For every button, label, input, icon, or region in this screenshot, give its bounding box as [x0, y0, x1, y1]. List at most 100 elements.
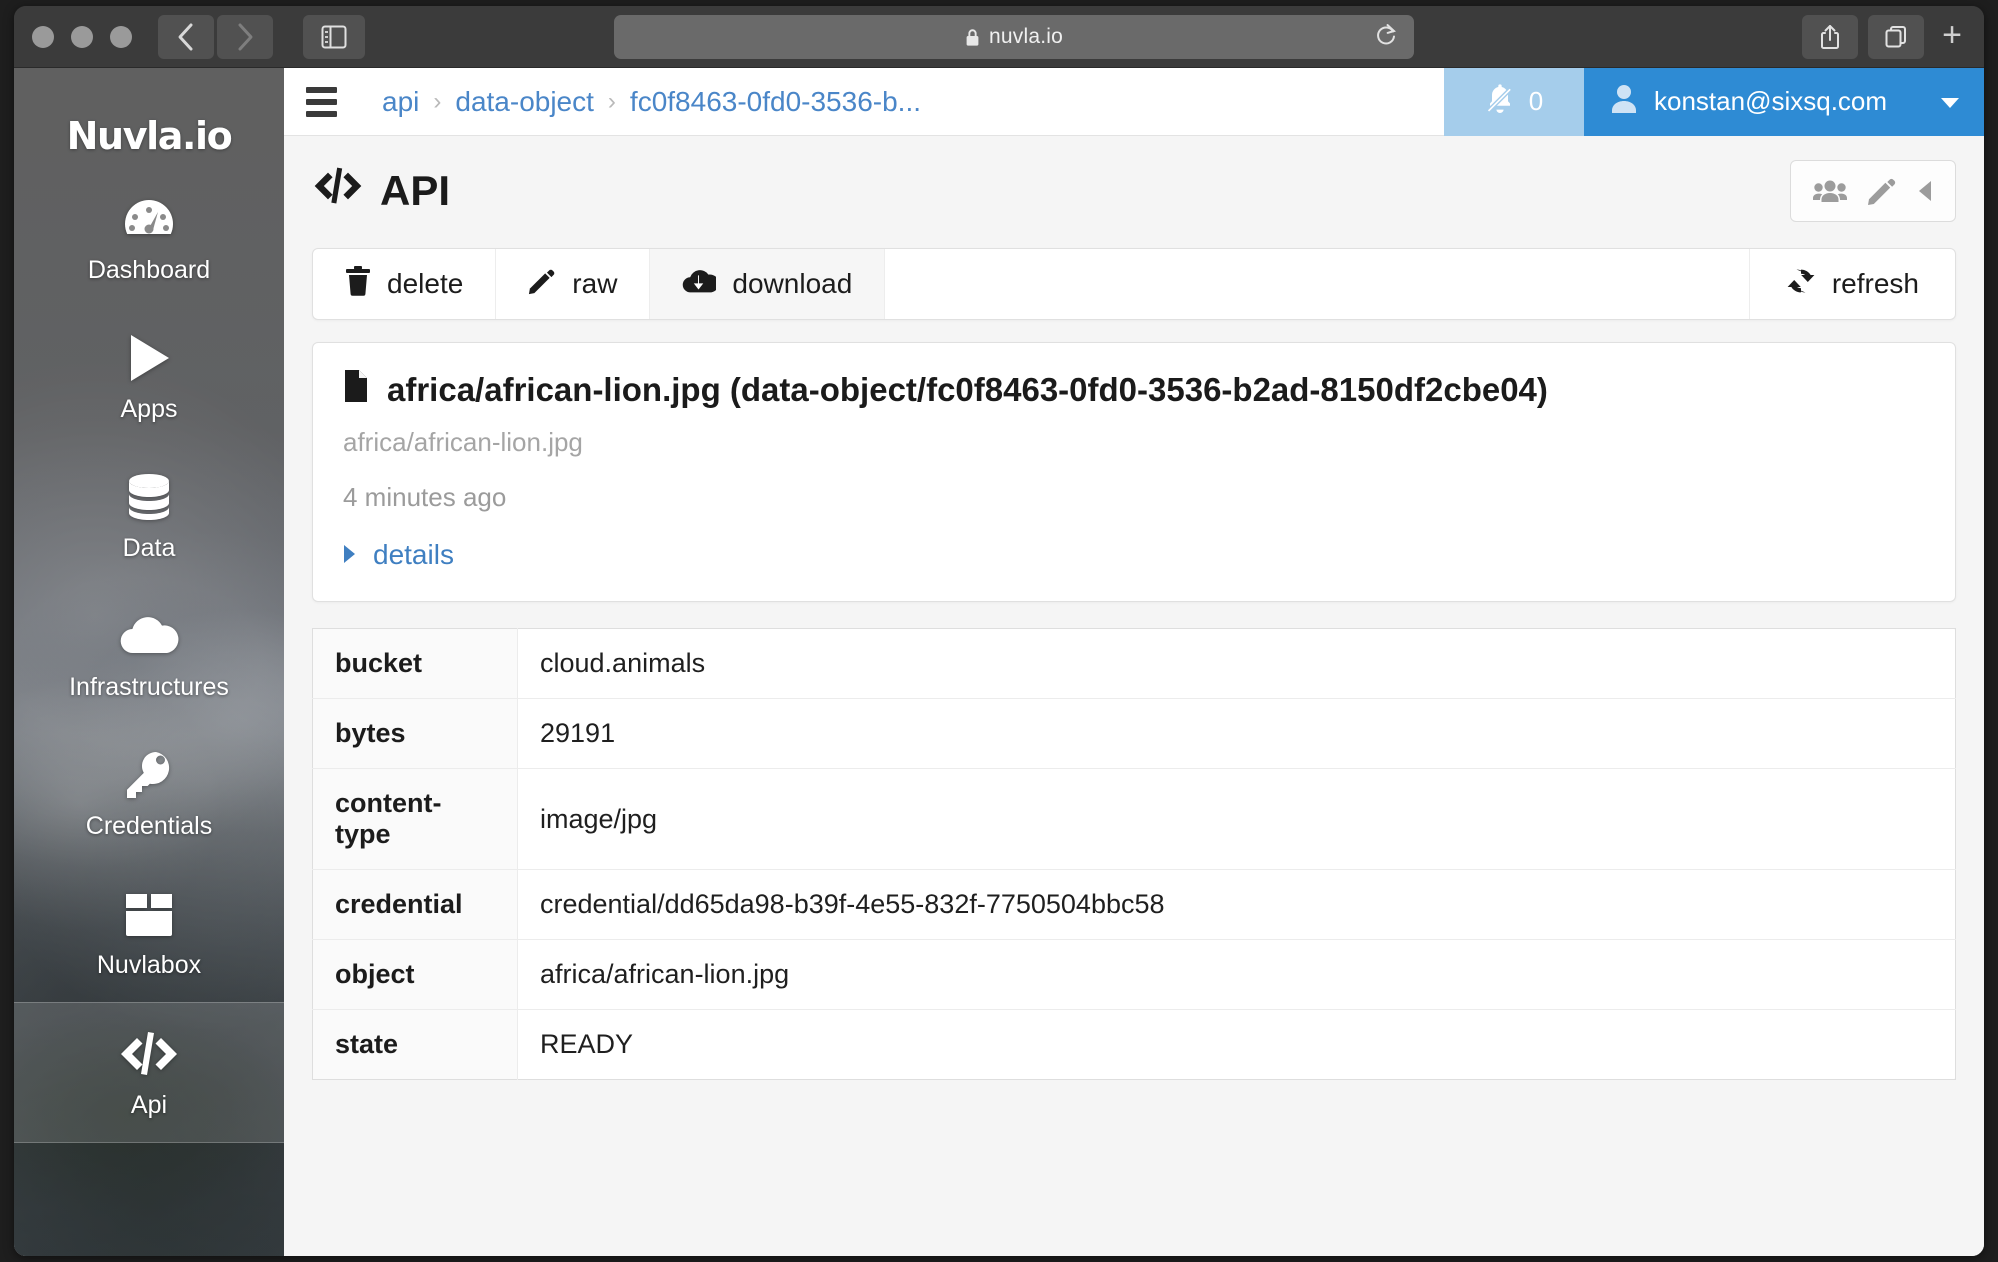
browser-window: nuvla.io + Nuvla.io Dashboard Apps Data … — [14, 6, 1984, 1256]
download-button-label: download — [732, 268, 853, 299]
acl-toolbar — [1790, 160, 1956, 222]
close-window-button[interactable] — [32, 25, 54, 48]
trash-icon — [345, 265, 371, 303]
attribute-key: bytes — [312, 698, 518, 769]
details-expander[interactable]: details — [343, 539, 1925, 571]
notifications-button[interactable]: 0 — [1444, 68, 1584, 136]
sidebar-item-label: Api — [130, 1091, 168, 1119]
caret-down-icon[interactable] — [1914, 86, 1960, 117]
box-icon — [123, 887, 175, 941]
raw-button-label: raw — [572, 268, 618, 299]
attribute-value: africa/african-lion.jpg — [540, 959, 790, 989]
page-header: API — [284, 136, 1984, 234]
breadcrumb: api › data-object › fc0f8463-0fd0-3536-b… — [382, 86, 921, 118]
attributes-table: bucket cloud.animals bytes 29191 content… — [312, 628, 1956, 1080]
zoom-window-button[interactable] — [110, 25, 132, 48]
refresh-button-label: refresh — [1831, 268, 1919, 299]
sidebar-item-apps[interactable]: Apps — [14, 307, 284, 446]
sidebar-panel-button[interactable] — [303, 14, 365, 59]
new-tab-button[interactable]: + — [1934, 18, 1970, 56]
code-icon — [312, 166, 364, 216]
attribute-key: state — [312, 1009, 518, 1080]
sidebar-item-label: Apps — [120, 395, 178, 423]
caret-left-icon[interactable] — [1917, 180, 1933, 202]
tab-overview-icon[interactable] — [1868, 15, 1925, 59]
app-topbar: api › data-object › fc0f8463-0fd0-3536-b… — [284, 68, 1984, 136]
breadcrumb-item-resource-id[interactable]: fc0f8463-0fd0-3536-b... — [630, 86, 921, 118]
resource-title-text: africa/african-lion.jpg (data-object/fc0… — [387, 371, 1548, 408]
reload-icon[interactable] — [1374, 22, 1398, 53]
attribute-value: READY — [540, 1029, 634, 1059]
sidebar-item-label: Dashboard — [87, 256, 211, 284]
topbar-right: 0 konstan@sixsq.com — [1444, 68, 1984, 136]
sidebar-item-label: Credentials — [85, 812, 213, 840]
sidebar-item-data[interactable]: Data — [14, 446, 284, 585]
lock-icon — [965, 28, 980, 47]
table-row: state READY — [312, 1009, 1956, 1080]
play-icon — [125, 331, 173, 385]
table-row: bytes 29191 — [312, 698, 1956, 769]
resource-subtitle: africa/african-lion.jpg — [343, 427, 583, 457]
refresh-icon — [1786, 267, 1816, 302]
app-sidebar: Nuvla.io Dashboard Apps Data Infrastruct… — [14, 68, 284, 1256]
raw-button[interactable]: raw — [496, 249, 651, 319]
attribute-key: bucket — [312, 628, 518, 699]
minimize-window-button[interactable] — [71, 25, 93, 48]
sidebar-item-api[interactable]: Api — [14, 1002, 284, 1143]
page-title: API — [312, 166, 450, 216]
page-title-text: API — [380, 167, 451, 214]
sidebar-item-dashboard[interactable]: Dashboard — [14, 168, 284, 307]
page-viewport: Nuvla.io Dashboard Apps Data Infrastruct… — [14, 68, 1984, 1256]
user-icon — [1610, 83, 1638, 120]
gauge-icon — [122, 192, 176, 246]
cloud-icon — [119, 609, 179, 663]
forward-button[interactable] — [217, 14, 273, 59]
details-expander-label: details — [373, 539, 454, 570]
code-icon — [118, 1027, 180, 1081]
resource-title: africa/african-lion.jpg (data-object/fc0… — [343, 369, 1925, 411]
pencil-icon[interactable] — [1867, 176, 1897, 206]
sidebar-item-nuvlabox[interactable]: Nuvlabox — [14, 863, 284, 1002]
share-icon[interactable] — [1802, 15, 1859, 59]
address-bar[interactable]: nuvla.io — [614, 15, 1414, 59]
action-toolbar: delete raw download refresh — [312, 248, 1956, 320]
file-icon — [343, 369, 369, 411]
sidebar-item-credentials[interactable]: Credentials — [14, 724, 284, 863]
sidebar-item-label: Nuvlabox — [96, 951, 202, 979]
breadcrumb-item-api[interactable]: api — [382, 86, 419, 118]
sidebar-item-infrastructures[interactable]: Infrastructures — [14, 585, 284, 724]
user-email: konstan@sixsq.com — [1654, 86, 1888, 116]
table-row: bucket cloud.animals — [312, 628, 1956, 699]
attribute-key: object — [312, 939, 518, 1010]
browser-right-controls: + — [1802, 15, 1970, 59]
browser-nav-buttons — [158, 14, 273, 59]
bell-slash-icon — [1485, 82, 1515, 121]
sidebar-item-label: Infrastructures — [69, 673, 229, 701]
user-menu[interactable]: konstan@sixsq.com — [1584, 68, 1984, 136]
breadcrumb-item-data-object[interactable]: data-object — [455, 86, 594, 118]
caret-right-icon — [343, 539, 357, 571]
notification-count: 0 — [1528, 86, 1544, 116]
url-text: nuvla.io — [989, 25, 1063, 48]
cloud-download-icon — [682, 267, 720, 302]
delete-button[interactable]: delete — [313, 249, 497, 319]
key-icon — [125, 748, 173, 802]
resource-detail-card: africa/african-lion.jpg (data-object/fc0… — [312, 342, 1956, 602]
users-icon[interactable] — [1813, 178, 1847, 204]
window-traffic-lights — [32, 25, 132, 48]
table-row: credential credential/dd65da98-b39f-4e55… — [312, 869, 1956, 940]
download-button[interactable]: download — [650, 249, 886, 319]
nuvla-logo[interactable]: Nuvla.io — [14, 68, 284, 168]
breadcrumb-separator: › — [433, 87, 442, 115]
attribute-value: credential/dd65da98-b39f-4e55-832f-77505… — [540, 889, 1165, 919]
refresh-button[interactable]: refresh — [1748, 249, 1955, 319]
back-button[interactable] — [158, 14, 214, 59]
attribute-value: 29191 — [540, 718, 616, 748]
attribute-key: credential — [312, 869, 518, 940]
browser-toolbar: nuvla.io + — [14, 6, 1984, 68]
hamburger-icon[interactable] — [302, 86, 358, 117]
breadcrumb-separator: › — [607, 87, 616, 115]
pencil-icon — [528, 266, 556, 303]
attribute-value: image/jpg — [540, 803, 658, 834]
sidebar-item-label: Data — [122, 534, 176, 562]
